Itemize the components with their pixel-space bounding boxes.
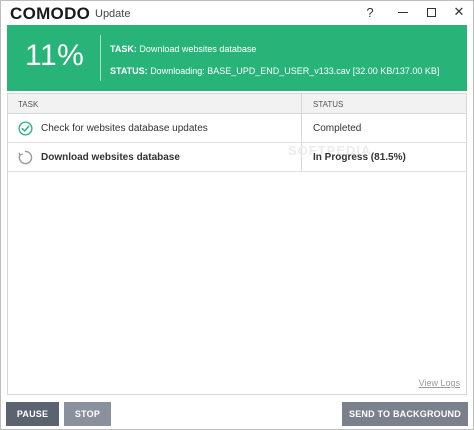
- comodo-logo: COMODO: [10, 4, 91, 23]
- pause-button[interactable]: PAUSE: [6, 402, 59, 426]
- column-header-status: STATUS: [313, 100, 344, 109]
- help-button[interactable]: ?: [355, 2, 385, 22]
- status-value: Downloading: BASE_UPD_END_USER_v133.cav …: [150, 66, 440, 76]
- banner-status-line: STATUS: Downloading: BASE_UPD_END_USER_v…: [110, 66, 439, 76]
- check-circle-icon: [18, 121, 33, 136]
- row-status: Completed: [313, 123, 362, 134]
- progress-percent: 11%: [25, 39, 85, 72]
- window-title: Update: [95, 8, 131, 20]
- column-header-task: TASK: [18, 100, 39, 109]
- row-task: Download websites database: [41, 152, 180, 163]
- progress-banner: 11% TASK: Download websites database STA…: [7, 25, 467, 91]
- task-label: TASK:: [110, 44, 137, 54]
- update-window: COMODO Update ? ✕ 11% TASK: Download web…: [0, 0, 474, 430]
- table-header: TASK STATUS: [8, 94, 466, 114]
- banner-divider: [100, 35, 101, 81]
- title-bar: COMODO Update ? ✕: [1, 1, 473, 25]
- send-to-background-button[interactable]: SEND TO BACKGROUND: [342, 402, 468, 426]
- status-label: STATUS:: [110, 66, 148, 76]
- banner-task-line: TASK: Download websites database: [110, 44, 256, 54]
- task-value: Download websites database: [139, 44, 257, 54]
- view-logs-link[interactable]: View Logs: [419, 378, 460, 388]
- spinner-icon: [18, 150, 33, 165]
- close-button[interactable]: ✕: [444, 2, 474, 22]
- stop-button[interactable]: STOP: [64, 402, 111, 426]
- maximize-icon: [426, 7, 436, 17]
- maximize-button[interactable]: [416, 2, 446, 22]
- minimize-button[interactable]: [388, 2, 418, 22]
- minimize-icon: [398, 11, 408, 13]
- table-row[interactable]: Check for websites database updates Comp…: [8, 114, 466, 143]
- task-table: TASK STATUS Check for websites database …: [7, 93, 467, 395]
- row-status: In Progress (81.5%): [313, 152, 406, 163]
- table-row[interactable]: Download websites database In Progress (…: [8, 143, 466, 172]
- row-task: Check for websites database updates: [41, 123, 208, 134]
